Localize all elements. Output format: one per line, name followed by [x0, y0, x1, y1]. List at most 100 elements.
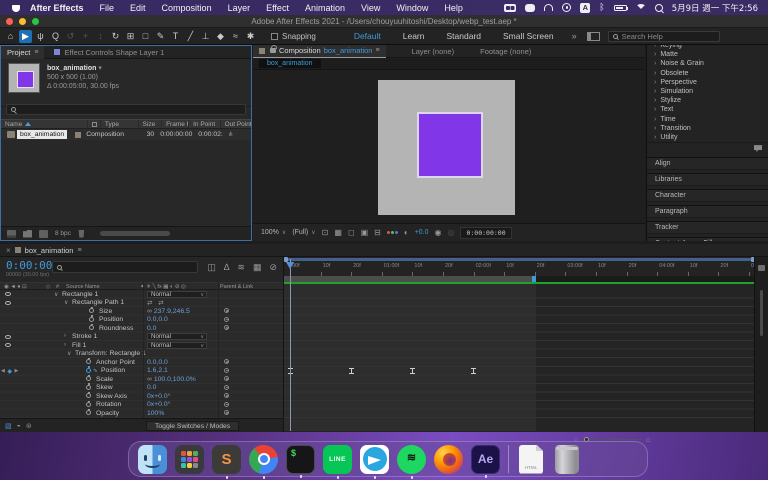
timeline-row-size[interactable]: Size∞237.9,246.5 — [0, 307, 283, 316]
visibility-eye-icon[interactable] — [5, 335, 11, 339]
column-name[interactable]: Name — [1, 120, 88, 128]
stopwatch-icon[interactable] — [86, 410, 91, 415]
tab-timeline-comp[interactable]: box_animation — [25, 246, 74, 255]
menu-item-effect[interactable]: Effect — [266, 3, 289, 13]
pickwhip-icon[interactable] — [224, 325, 229, 330]
menu-item-after-effects[interactable]: After Effects — [30, 3, 84, 13]
item-label-color[interactable] — [75, 132, 81, 138]
composition-canvas[interactable] — [378, 80, 515, 215]
dock-sublime-text-icon[interactable]: S — [212, 445, 241, 474]
menu-item-layer[interactable]: Layer — [228, 3, 251, 13]
dimension-link-icon[interactable]: ∞ — [147, 376, 152, 383]
effects-category-utility[interactable]: ›Utility — [647, 133, 768, 142]
property-value[interactable]: 0x+0.0° — [147, 401, 170, 408]
stopwatch-icon[interactable] — [86, 368, 91, 373]
dock-spotify-icon[interactable]: ≋ — [397, 445, 426, 474]
tab-layer[interactable]: Layer (none) — [412, 47, 455, 56]
menu-item-edit[interactable]: Edit — [130, 3, 146, 13]
panel-character[interactable]: Character — [647, 189, 768, 202]
stopwatch-icon[interactable] — [89, 308, 94, 313]
playhead-head[interactable] — [286, 262, 294, 269]
workspace-standard[interactable]: Standard — [447, 31, 482, 41]
panel-align[interactable]: Align — [647, 157, 768, 170]
pickwhip-icon[interactable] — [224, 402, 229, 407]
composition-mini-flowchart-icon[interactable]: ◫ — [207, 262, 216, 273]
type-tool-icon[interactable]: T — [169, 30, 182, 43]
breadcrumb-comp-chip[interactable]: box_animation — [259, 59, 321, 68]
property-value[interactable]: 1.6,2.1 — [147, 367, 168, 374]
shy-layers-icon[interactable]: ≋ — [237, 262, 245, 273]
timeline-row-rotation[interactable]: Rotation0x+0.0° — [0, 401, 283, 410]
project-bpc-label[interactable]: 8 bpc — [55, 230, 71, 237]
pan-camera-tool-icon[interactable]: + — [79, 30, 92, 43]
workspace-default[interactable]: Default — [354, 31, 381, 41]
add-keyframe-icon[interactable]: ◆ — [7, 368, 12, 375]
comp-name[interactable]: box_animation — [47, 65, 96, 72]
timeline-row-skew-axis[interactable]: Skew Axis0x+0.0° — [0, 392, 283, 401]
timeline-row-anchor-point[interactable]: Anchor Point0.0,0.0 — [0, 358, 283, 367]
effects-category-transition[interactable]: ›Transition — [647, 124, 768, 133]
purple-rectangle-shape[interactable] — [417, 112, 483, 178]
pickwhip-icon[interactable] — [224, 317, 229, 322]
column-label-color[interactable] — [88, 120, 101, 128]
dock-finder-icon[interactable] — [138, 445, 167, 474]
timeline-row-rectangle-1[interactable]: ∨Rectangle 1Normal — [0, 290, 283, 299]
chat-icon[interactable] — [525, 4, 535, 12]
zoom-in-mountain-icon[interactable]: ⌂ — [646, 435, 651, 444]
workspace-small-screen[interactable]: Small Screen — [503, 31, 554, 41]
timeline-row-scale[interactable]: Scale∞100.0,100.0% — [0, 375, 283, 384]
stopwatch-icon[interactable] — [86, 402, 91, 407]
interpret-footage-icon[interactable] — [7, 230, 16, 238]
menu-item-window[interactable]: Window — [396, 3, 428, 13]
dock-launchpad-icon[interactable] — [175, 445, 204, 474]
snapshot-camera-icon[interactable]: ◉ — [435, 228, 442, 237]
value-text[interactable]: 0x+0.0° — [147, 393, 170, 400]
workspace-learn[interactable]: Learn — [403, 31, 425, 41]
value-text[interactable]: 0.0,0.0 — [147, 359, 168, 366]
property-value[interactable]: 0.0,0.0 — [147, 316, 168, 323]
timeline-row-stroke-1[interactable]: ›Stroke 1Normal — [0, 333, 283, 342]
stopwatch-icon[interactable] — [86, 376, 91, 381]
timeline-row-skew[interactable]: Skew0.0 — [0, 384, 283, 393]
effects-category-simulation[interactable]: ›Simulation — [647, 87, 768, 96]
show-channel-icon[interactable] — [387, 231, 398, 234]
tab-effect-controls[interactable]: Effect Controls Shape Layer 1 — [64, 48, 164, 57]
draft-3d-icon[interactable]: ∆ — [224, 262, 230, 273]
rectangle-tool-icon[interactable]: □ — [139, 30, 152, 43]
column-type[interactable]: Type — [101, 120, 139, 128]
puppet-pin-tool-icon[interactable]: ✱ — [244, 30, 257, 43]
visibility-eye-icon[interactable] — [5, 301, 11, 305]
effects-category-obsolete[interactable]: ›Obsolete — [647, 69, 768, 78]
property-value[interactable]: 0.0,0.0 — [147, 359, 168, 366]
stopwatch-icon[interactable] — [86, 393, 91, 398]
frame-blending-icon[interactable]: ▦ — [253, 262, 262, 273]
new-composition-icon[interactable] — [39, 230, 48, 238]
dock-trash-icon[interactable] — [555, 445, 579, 474]
panel-content-aware-fill[interactable]: Content-Aware Fill — [647, 237, 768, 241]
dock-after-effects-icon[interactable]: Ae — [471, 445, 500, 474]
stopwatch-icon[interactable] — [89, 325, 94, 330]
selection-tool-icon[interactable]: ▶ — [19, 30, 32, 43]
tab-project[interactable]: Project≡ — [1, 46, 44, 59]
graph-editor-icon[interactable]: ∿ — [93, 368, 98, 374]
motion-blur-icon[interactable]: ⊘ — [269, 262, 277, 273]
apple-menu-icon[interactable] — [12, 3, 20, 12]
input-source-icon[interactable]: A — [580, 3, 590, 13]
value-text[interactable]: 237.9,246.5 — [154, 308, 190, 315]
time-navigator-bar[interactable] — [284, 258, 755, 261]
horizontal-scrollbar[interactable] — [100, 231, 170, 236]
keyframe-navigator[interactable]: ◀◆▶ — [1, 368, 18, 375]
menu-item-file[interactable]: File — [100, 3, 115, 13]
blend-mode-dropdown[interactable]: Normal — [147, 342, 207, 349]
panel-libraries[interactable]: Libraries — [647, 173, 768, 186]
keyframe-icon[interactable] — [349, 368, 354, 374]
column-frame-rate[interactable]: Frame Ra.. — [162, 120, 189, 128]
stopwatch-icon[interactable] — [86, 359, 91, 364]
dock-firefox-icon[interactable] — [434, 445, 463, 474]
effects-category-noise-grain[interactable]: ›Noise & Grain — [647, 59, 768, 68]
close-tab-icon[interactable]: × — [6, 246, 11, 255]
clone-stamp-tool-icon[interactable]: ⊥ — [199, 30, 212, 43]
effects-category-matte[interactable]: ›Matte — [647, 50, 768, 59]
show-snapshot-icon[interactable]: ◎ — [448, 228, 455, 237]
property-value[interactable]: 0x+0.0° — [147, 393, 170, 400]
